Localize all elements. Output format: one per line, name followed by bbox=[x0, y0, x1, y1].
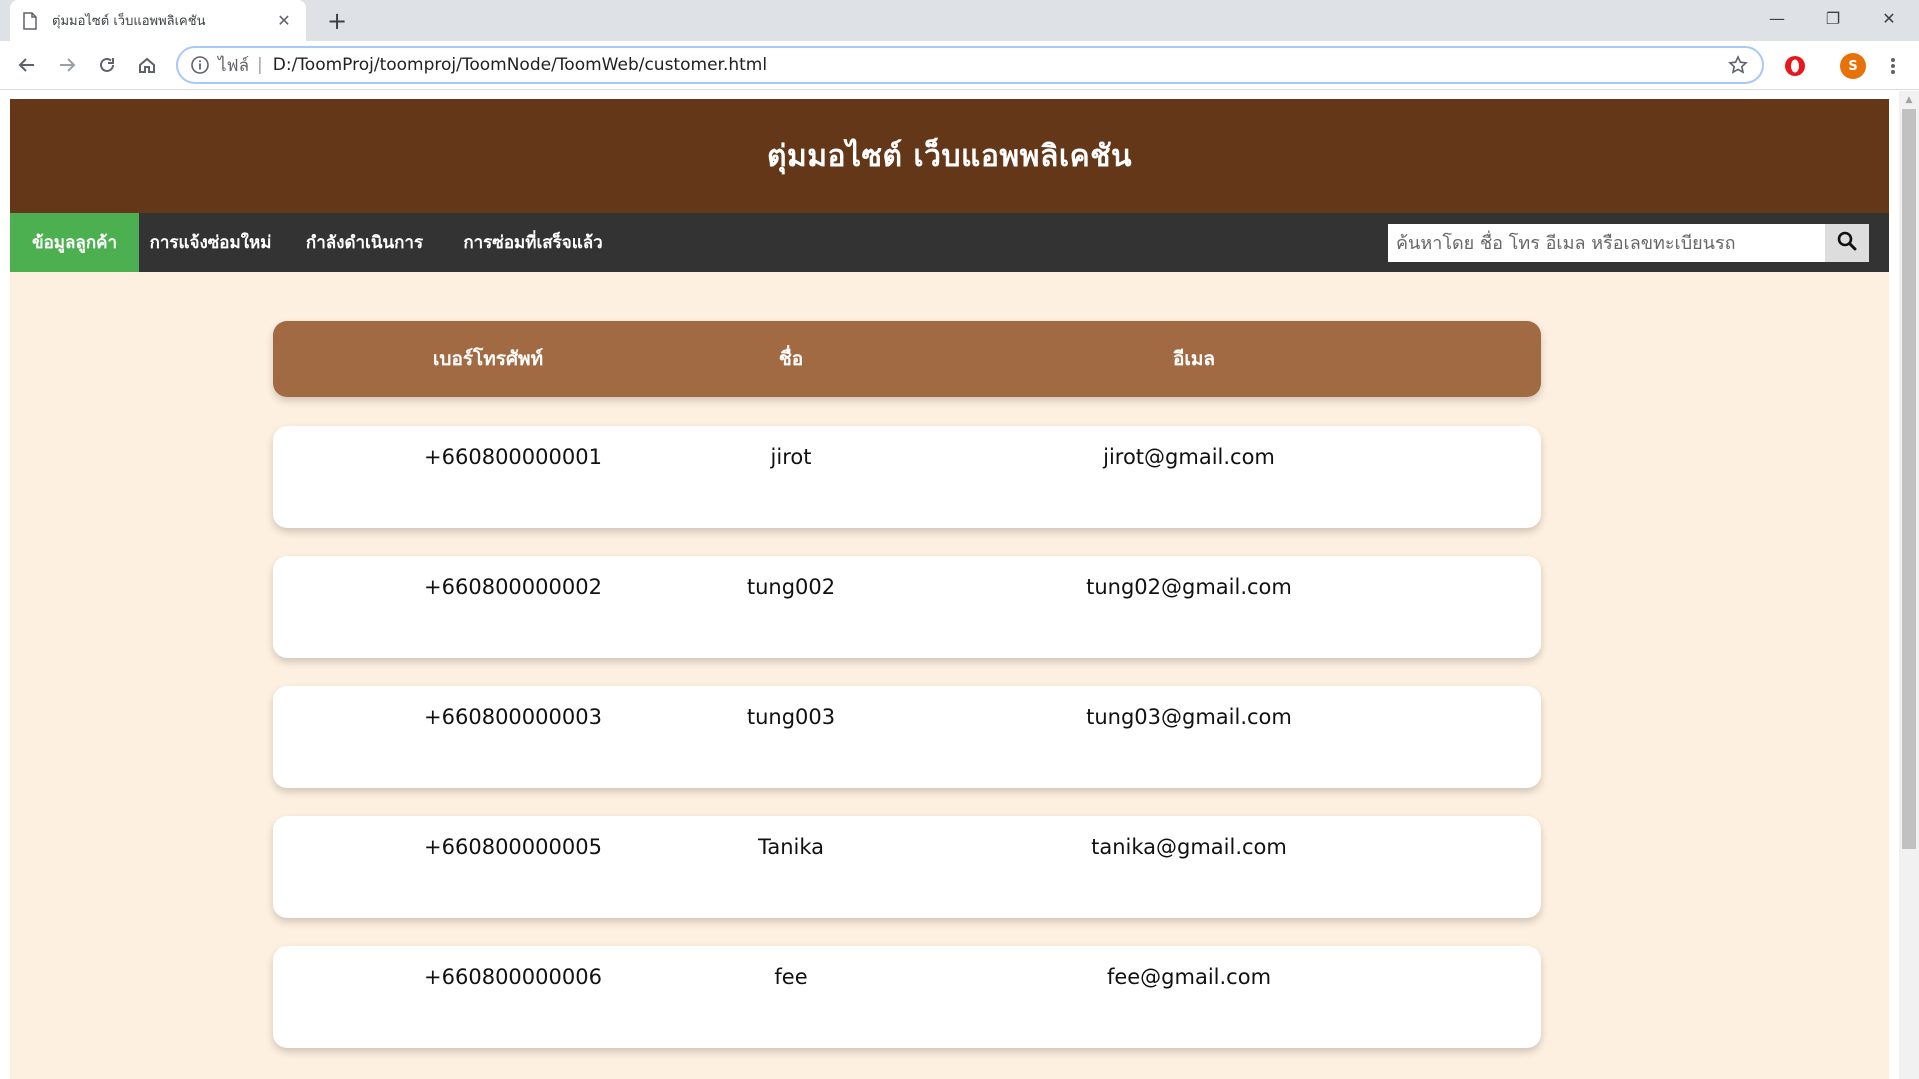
cell-email: jirot@gmail.com bbox=[1103, 445, 1275, 469]
cell-name: fee bbox=[774, 965, 808, 989]
back-icon[interactable] bbox=[11, 49, 43, 81]
cell-phone: +660800000006 bbox=[424, 965, 602, 989]
table-row[interactable]: +660800000001 jirot jirot@gmail.com bbox=[273, 426, 1541, 528]
search-input[interactable] bbox=[1388, 224, 1825, 262]
tab-title: ตุ่มมอไซต์ เว็บแอพพลิเคชัน bbox=[52, 14, 206, 29]
column-header-name: ชื่อ bbox=[778, 348, 804, 370]
scheme-label: ไฟล์ bbox=[218, 55, 250, 76]
cell-name: Tanika bbox=[757, 835, 825, 859]
cell-phone: +660800000005 bbox=[424, 835, 602, 859]
site-title: ตุ่มมอไซต์ เว็บแอพพลิเคชัน bbox=[766, 138, 1133, 174]
new-tab-button[interactable]: + bbox=[324, 7, 350, 35]
nav-item-completed[interactable]: การซ่อมที่เสร็จแล้ว bbox=[447, 213, 619, 272]
table-row[interactable]: +660800000002 tung002 tung02@gmail.com bbox=[273, 556, 1541, 658]
cell-name: tung003 bbox=[746, 705, 836, 729]
vertical-scrollbar[interactable]: ▲ bbox=[1899, 91, 1919, 1079]
menu-icon[interactable] bbox=[1880, 53, 1906, 79]
cell-phone: +660800000001 bbox=[424, 445, 602, 469]
browser-toolbar: ไฟล์ | D:/ToomProj/toomproj/ToomNode/Too… bbox=[0, 41, 1919, 90]
site-header: ตุ่มมอไซต์ เว็บแอพพลิเคชัน bbox=[10, 99, 1889, 213]
browser-tabstrip: ตุ่มมอไซต์ เว็บแอพพลิเคชัน ✕ + — ❐ ✕ bbox=[0, 0, 1919, 41]
column-header-email: อีเมล bbox=[1172, 348, 1216, 370]
column-header-phone: เบอร์โทรศัพท์ bbox=[432, 348, 544, 370]
reload-icon[interactable] bbox=[91, 49, 123, 81]
close-window-button[interactable]: ✕ bbox=[1861, 0, 1917, 36]
star-icon[interactable] bbox=[1726, 53, 1750, 77]
table-row[interactable]: +660800000006 fee fee@gmail.com bbox=[273, 946, 1541, 1048]
scrollbar-thumb[interactable] bbox=[1902, 109, 1916, 849]
cell-phone: +660800000003 bbox=[424, 705, 602, 729]
nav-item-new-repair[interactable]: การแจ้งซ่อมใหม่ bbox=[139, 213, 282, 272]
profile-avatar[interactable]: S bbox=[1840, 53, 1866, 79]
cell-phone: +660800000002 bbox=[424, 575, 602, 599]
info-icon[interactable] bbox=[190, 55, 210, 75]
cell-name: jirot bbox=[770, 445, 812, 469]
table-row[interactable]: +660800000003 tung003 tung03@gmail.com bbox=[273, 686, 1541, 788]
table-row[interactable]: +660800000005 Tanika tanika@gmail.com bbox=[273, 816, 1541, 918]
restore-button[interactable]: ❐ bbox=[1805, 0, 1861, 36]
tab-close-icon[interactable]: ✕ bbox=[274, 11, 294, 31]
home-icon[interactable] bbox=[131, 49, 163, 81]
minimize-button[interactable]: — bbox=[1749, 0, 1805, 36]
customer-table-header: เบอร์โทรศัพท์ ชื่อ อีเมล bbox=[273, 321, 1541, 397]
page-icon bbox=[22, 11, 38, 30]
page-body: ตุ่มมอไซต์ เว็บแอพพลิเคชัน ข้อมูลลูกค้า … bbox=[10, 99, 1889, 1079]
opera-extension-icon[interactable] bbox=[1782, 53, 1808, 79]
nav-item-in-progress[interactable]: กำลังดำเนินการ bbox=[282, 213, 447, 272]
top-nav: ข้อมูลลูกค้า การแจ้งซ่อมใหม่ กำลังดำเนิน… bbox=[10, 213, 1889, 272]
address-bar[interactable]: ไฟล์ | D:/ToomProj/toomproj/ToomNode/Too… bbox=[176, 46, 1764, 84]
cell-email: tanika@gmail.com bbox=[1091, 835, 1287, 859]
cell-name: tung002 bbox=[746, 575, 836, 599]
cell-email: tung03@gmail.com bbox=[1086, 705, 1292, 729]
browser-tab[interactable]: ตุ่มมอไซต์ เว็บแอพพลิเคชัน ✕ bbox=[10, 0, 306, 41]
url-text[interactable]: D:/ToomProj/toomproj/ToomNode/ToomWeb/cu… bbox=[273, 55, 1726, 75]
scroll-up-arrow-icon[interactable]: ▲ bbox=[1899, 91, 1919, 109]
search-icon bbox=[1837, 231, 1857, 255]
cell-email: fee@gmail.com bbox=[1106, 965, 1272, 989]
forward-icon[interactable] bbox=[51, 49, 83, 81]
nav-item-customers[interactable]: ข้อมูลลูกค้า bbox=[10, 213, 139, 272]
search-button[interactable] bbox=[1825, 224, 1869, 262]
address-separator: | bbox=[257, 55, 263, 75]
page-viewport: ตุ่มมอไซต์ เว็บแอพพลิเคชัน ข้อมูลลูกค้า … bbox=[0, 91, 1899, 1079]
cell-email: tung02@gmail.com bbox=[1086, 575, 1292, 599]
